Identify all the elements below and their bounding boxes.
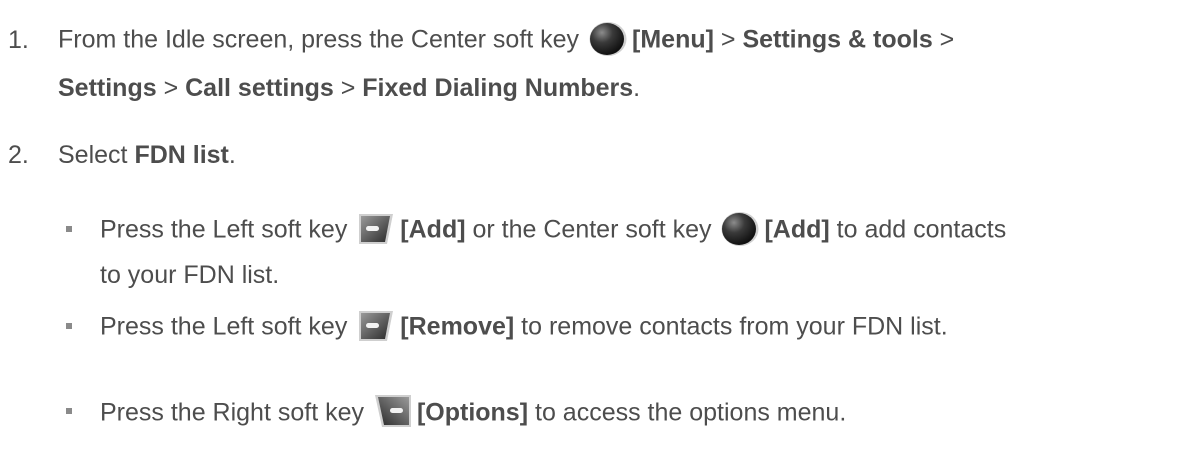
- bullet-1-line-1: Press the Left soft key [Add] or the Cen…: [100, 212, 1007, 246]
- bullet-3-line: Press the Right soft key [Options] to ac…: [100, 395, 847, 427]
- bullet-marker: [66, 226, 72, 232]
- bullet-text: to your FDN list.: [100, 261, 280, 289]
- bullet-2-line: Press the Left soft key [Remove] to remo…: [100, 310, 948, 341]
- step-number: 1.: [8, 25, 29, 54]
- left-soft-key-icon: [356, 308, 396, 344]
- bullet-marker: [66, 408, 72, 414]
- bullet-text: to remove contacts from your FDN list.: [514, 312, 948, 341]
- step-2-line: 2. Select FDN list.: [8, 140, 236, 170]
- center-soft-key-icon: [720, 211, 760, 247]
- settings-label: Settings: [58, 74, 157, 102]
- left-soft-key-icon: [356, 211, 396, 247]
- center-soft-key-icon: [588, 21, 628, 57]
- separator: >: [932, 25, 955, 54]
- fdn-list-label: FDN list: [134, 141, 229, 169]
- step-1-line-1: 1. From the Idle screen, press the Center…: [8, 22, 955, 56]
- step-1-line-2: Settings > Call settings > Fixed Dialing…: [58, 73, 640, 103]
- bullet-text: to access the options menu.: [528, 398, 847, 427]
- bullet-1-line-2: to your FDN list.: [100, 260, 279, 290]
- bullet-text: Press the Left soft key: [100, 312, 355, 341]
- period: .: [228, 141, 236, 169]
- step-number: 2.: [8, 141, 29, 169]
- bullet-text: Press the Left soft key: [100, 215, 355, 244]
- bullet-text: Press the Right soft key: [100, 398, 371, 427]
- separator: >: [713, 25, 743, 54]
- fixed-dialing-numbers-label: Fixed Dialing Numbers: [362, 74, 634, 102]
- settings-tools-label: Settings & tools: [742, 25, 933, 54]
- step-text: From the Idle screen, press the Center s…: [58, 25, 587, 54]
- remove-label: [Remove]: [400, 312, 515, 341]
- add-label: [Add]: [400, 215, 466, 244]
- bullet-marker: [66, 323, 72, 329]
- bullet-text: or the Center soft key: [465, 215, 719, 244]
- add-label: [Add]: [764, 215, 830, 244]
- period: .: [633, 74, 641, 102]
- menu-label: [Menu]: [632, 25, 714, 54]
- right-soft-key-icon: [373, 393, 413, 431]
- step-text: Select: [58, 141, 135, 169]
- separator: >: [333, 74, 363, 102]
- bullet-text: to add contacts: [829, 215, 1007, 244]
- call-settings-label: Call settings: [185, 74, 334, 102]
- separator: >: [156, 74, 186, 102]
- options-label: [Options]: [416, 398, 529, 427]
